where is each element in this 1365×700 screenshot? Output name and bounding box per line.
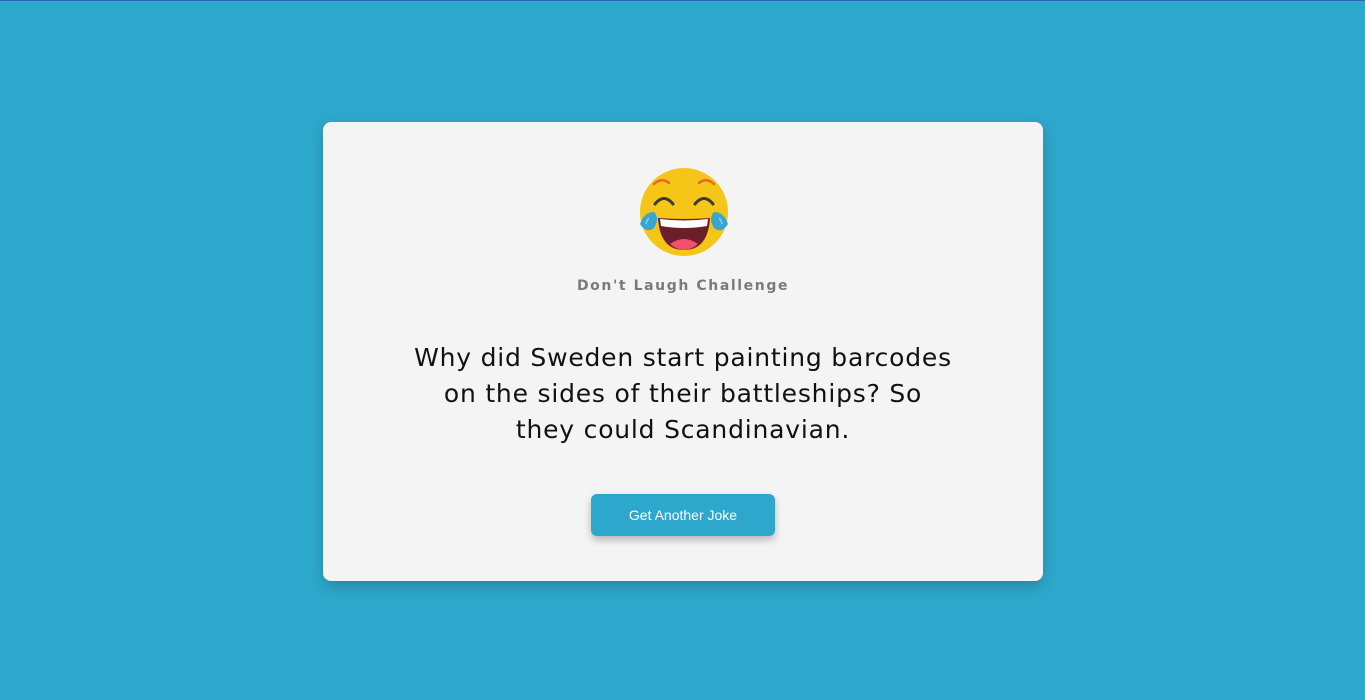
joke-card: Don't Laugh Challenge Why did Sweden sta… bbox=[323, 122, 1043, 581]
laughing-tears-emoji-icon bbox=[640, 168, 728, 256]
get-another-joke-button[interactable]: Get Another Joke bbox=[591, 494, 775, 536]
joke-text: Why did Sweden start painting barcodes o… bbox=[414, 343, 952, 444]
challenge-subtitle: Don't Laugh Challenge bbox=[576, 278, 790, 294]
